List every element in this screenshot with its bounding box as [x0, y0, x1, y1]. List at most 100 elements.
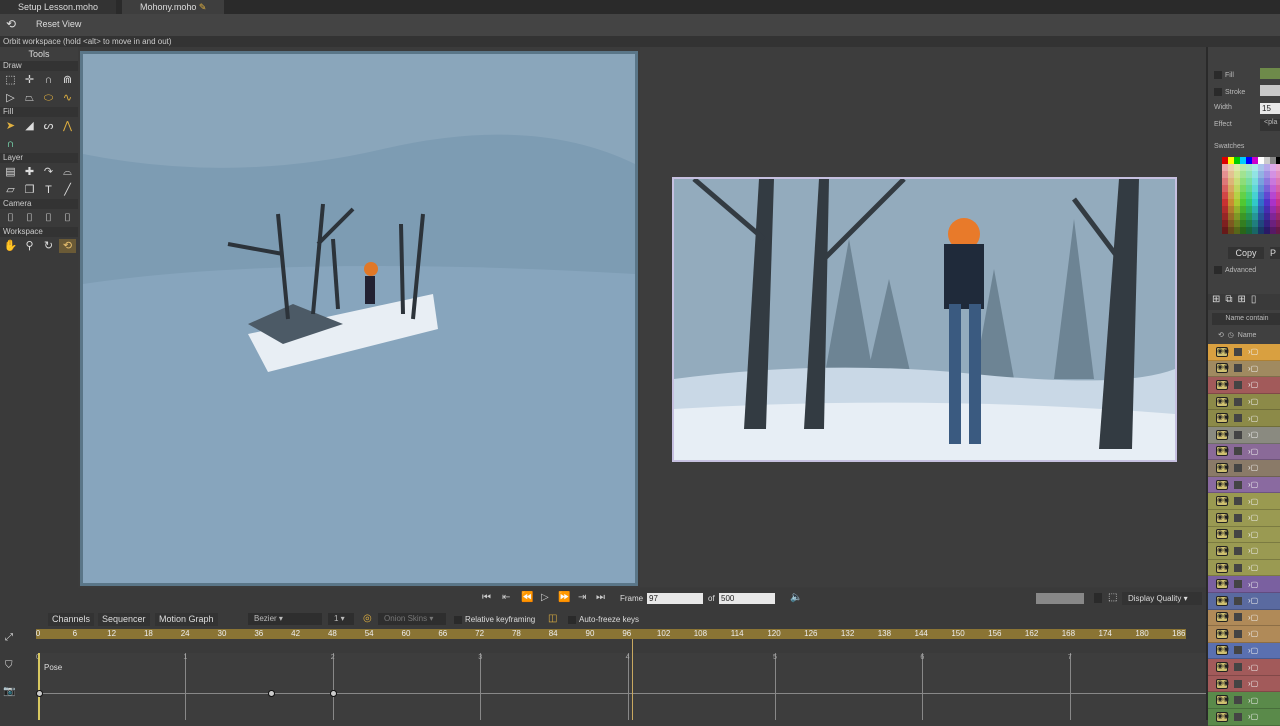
tab-setup-lesson[interactable]: Setup Lesson.moho	[0, 0, 117, 14]
fast-forward-icon[interactable]: ⏭	[596, 592, 605, 603]
fill-color-swatch[interactable]	[1260, 68, 1280, 79]
interpolation-dropdown[interactable]: Bezier ▾	[248, 613, 322, 625]
eye-icon[interactable]: ◉◉	[1216, 363, 1229, 374]
rewind-icon[interactable]: ⏮	[482, 592, 491, 603]
prev-keyframe-icon[interactable]: ⇤	[502, 592, 510, 603]
set-origin-icon[interactable]: ✚	[21, 165, 38, 179]
layer-row[interactable]: ◉◉ ›▢	[1208, 659, 1280, 676]
eye-icon[interactable]: ◉◉	[1216, 462, 1229, 473]
keyframe[interactable]	[36, 690, 43, 697]
eyedropper-icon[interactable]: ╱	[59, 183, 76, 197]
eye-icon[interactable]: ◉◉	[1216, 711, 1229, 722]
layer-row[interactable]: ◉◉ ›▢	[1208, 426, 1280, 444]
eye-icon[interactable]: ◉◉	[1216, 446, 1229, 457]
eye-icon[interactable]: ◉◉	[1216, 479, 1229, 490]
layer-search[interactable]: Name contain	[1212, 313, 1280, 325]
layer-toggle[interactable]	[1234, 613, 1242, 622]
eye-icon[interactable]: ◉◉	[1216, 678, 1229, 689]
layer-toggle[interactable]	[1234, 546, 1242, 555]
stroke-color-swatch[interactable]	[1260, 85, 1280, 96]
swatch[interactable]	[1276, 206, 1280, 213]
camera-preview-canvas[interactable]	[672, 177, 1177, 462]
select-shape-icon[interactable]: ➤	[2, 119, 19, 133]
tab-motion-graph[interactable]: Motion Graph	[155, 613, 218, 626]
eye-icon[interactable]: ◉◉	[1216, 396, 1229, 407]
eye-icon[interactable]: ◉◉	[1216, 545, 1229, 556]
zoom-camera-icon[interactable]: ⌷	[21, 211, 38, 225]
eye-icon[interactable]: ◉◉	[1216, 413, 1229, 424]
eye-icon[interactable]: ◉◉	[1216, 645, 1229, 656]
eye-icon[interactable]: ◉◉	[1216, 595, 1229, 606]
copy-button[interactable]: Copy	[1228, 247, 1264, 259]
layer-row[interactable]: ◉◉ ›▢	[1208, 509, 1280, 527]
fill-checkbox[interactable]: Fill	[1214, 69, 1234, 79]
swatch[interactable]	[1276, 199, 1280, 206]
hand-icon[interactable]: ✋	[2, 239, 19, 253]
eye-icon[interactable]: ◉◉	[1216, 612, 1229, 623]
layer-row[interactable]: ◉◉ ›▢	[1208, 476, 1280, 494]
eye-icon[interactable]: ◉◉	[1216, 512, 1229, 523]
layer-row[interactable]: ◉◉ ›▢	[1208, 410, 1280, 427]
keyframe[interactable]	[330, 690, 337, 697]
line-width-icon[interactable]: ◢	[21, 119, 38, 133]
swatch[interactable]	[1276, 157, 1280, 164]
blob-brush-icon[interactable]: ⬭	[40, 91, 57, 105]
layer-toggle[interactable]	[1234, 513, 1242, 522]
rotate-workspace-icon[interactable]: ↻	[40, 239, 57, 253]
swatch[interactable]	[1276, 192, 1280, 199]
layer-row[interactable]: ◉◉ ›▢	[1208, 692, 1280, 710]
eye-icon[interactable]: ◉◉	[1216, 562, 1229, 573]
playhead[interactable]	[632, 639, 633, 720]
layer-row[interactable]: ◉◉ ›▢	[1208, 360, 1280, 378]
tab-sequencer[interactable]: Sequencer	[98, 613, 150, 626]
layer-toggle[interactable]	[1234, 497, 1242, 506]
layer-toggle[interactable]	[1234, 646, 1242, 655]
advanced-checkbox[interactable]: Advanced	[1214, 264, 1256, 274]
onion-skins-dropdown[interactable]: Onion Skins ▾	[378, 613, 446, 625]
freehand-icon[interactable]: ▷	[2, 91, 19, 105]
layer-toggle[interactable]	[1234, 397, 1242, 406]
layer-toggle[interactable]	[1234, 447, 1242, 456]
eye-icon[interactable]: ◉◉	[1216, 346, 1229, 357]
layer-toggle[interactable]	[1234, 580, 1242, 589]
track-camera-icon[interactable]: ⌷	[2, 211, 19, 225]
onion-skin-icon[interactable]: ◎	[363, 613, 372, 624]
layer-toggle[interactable]	[1234, 347, 1242, 356]
layer-row[interactable]: ◉◉ ›▢	[1208, 709, 1280, 726]
switch-layer-icon[interactable]: ▱	[2, 183, 19, 197]
layer-toggle[interactable]	[1234, 480, 1242, 489]
transform-layer-icon[interactable]: ▤	[2, 165, 19, 179]
stroke-exposure-icon[interactable]: ∩	[2, 137, 19, 151]
layer-toggle[interactable]	[1234, 696, 1242, 705]
eye-icon[interactable]: ◉◉	[1216, 662, 1229, 673]
layer-row[interactable]: ◉◉ ›▢	[1208, 609, 1280, 627]
layer-row[interactable]: ◉◉ ›▢	[1208, 460, 1280, 477]
swatch[interactable]	[1276, 164, 1280, 171]
swatch[interactable]	[1276, 220, 1280, 227]
eye-icon[interactable]: ◉◉	[1216, 496, 1229, 507]
keyframe[interactable]	[268, 690, 275, 697]
layer-toggle[interactable]	[1234, 530, 1242, 539]
expand-icon[interactable]: ⤢	[5, 632, 13, 643]
frame-input[interactable]	[647, 593, 703, 604]
sequencer-track-area[interactable]	[36, 653, 1206, 720]
add-point-icon[interactable]: ∩	[40, 73, 57, 87]
tab-mohony[interactable]: Mohony.moho ✎	[122, 0, 225, 14]
layer-toggle[interactable]	[1234, 430, 1242, 439]
layer-toggle[interactable]	[1234, 463, 1242, 472]
eye-icon[interactable]: ◉◉	[1216, 429, 1229, 440]
stroke-checkbox[interactable]: Stroke	[1214, 86, 1245, 96]
eye-icon[interactable]: ◉◉	[1216, 579, 1229, 590]
eye-icon[interactable]: ◉◉	[1216, 628, 1229, 639]
layer-toggle[interactable]	[1234, 679, 1242, 688]
select-points-icon[interactable]: ⬚	[2, 73, 19, 87]
layer-toggle[interactable]	[1234, 380, 1242, 389]
layer-row[interactable]: ◉◉ ›▢	[1208, 626, 1280, 643]
interval-dropdown[interactable]: 1 ▾	[328, 613, 354, 625]
noise-icon[interactable]: ∿	[59, 91, 76, 105]
eye-icon[interactable]: ◉◉	[1216, 379, 1229, 390]
play-icon[interactable]: ▷	[541, 592, 549, 603]
step-back-icon[interactable]: ⏪	[521, 592, 533, 603]
hide-edge-icon[interactable]: ⋀	[59, 119, 76, 133]
layer-toggle[interactable]	[1234, 364, 1242, 373]
